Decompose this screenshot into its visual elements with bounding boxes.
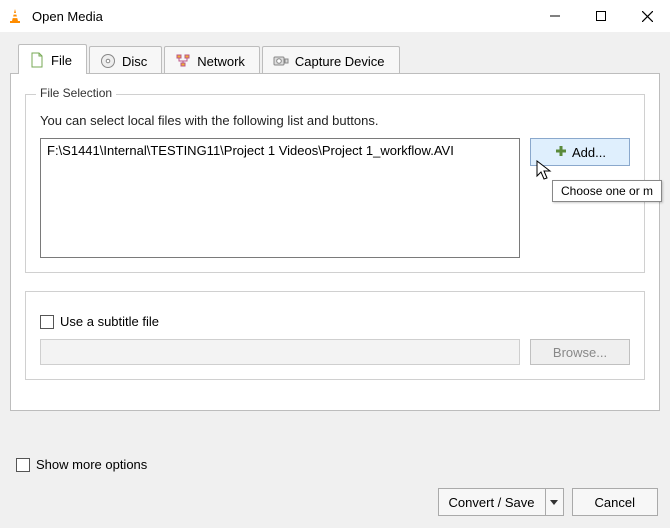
subtitle-checkbox-label: Use a subtitle file [60, 314, 159, 329]
tab-file[interactable]: File [18, 44, 87, 74]
network-icon [175, 53, 191, 69]
convert-save-button[interactable]: Convert / Save [438, 488, 564, 516]
show-more-label: Show more options [36, 457, 147, 472]
tab-disc[interactable]: Disc [89, 46, 162, 74]
maximize-button[interactable] [578, 0, 624, 32]
add-button[interactable]: Add... [530, 138, 630, 166]
file-icon [29, 52, 45, 68]
tab-file-label: File [51, 53, 72, 68]
subtitle-path-input [40, 339, 520, 365]
show-more-options[interactable]: Show more options [16, 457, 147, 472]
close-button[interactable] [624, 0, 670, 32]
tab-network[interactable]: Network [164, 46, 260, 74]
tab-capture[interactable]: Capture Device [262, 46, 400, 74]
show-more-checkbox[interactable] [16, 458, 30, 472]
minimize-button[interactable] [532, 0, 578, 32]
add-button-tooltip: Choose one or m [552, 180, 662, 202]
subtitle-browse-label: Browse... [553, 345, 607, 360]
tab-disc-label: Disc [122, 54, 147, 69]
subtitle-checkbox[interactable] [40, 315, 54, 329]
titlebar: Open Media [0, 0, 670, 32]
cancel-button[interactable]: Cancel [572, 488, 658, 516]
subtitle-group: Use a subtitle file Browse... [25, 291, 645, 380]
disc-icon [100, 53, 116, 69]
file-list-item[interactable]: F:\S1441\Internal\TESTING11\Project 1 Vi… [47, 143, 513, 158]
tab-capture-label: Capture Device [295, 54, 385, 69]
tab-panel-file: File Selection You can select local file… [10, 73, 660, 411]
file-selection-legend: File Selection [36, 86, 116, 100]
add-button-label: Add... [572, 145, 606, 160]
tabstrip: File Disc Network Capture Device [18, 44, 660, 74]
window-title: Open Media [32, 9, 532, 24]
plus-icon [554, 144, 568, 161]
capture-icon [273, 53, 289, 69]
footer: Convert / Save Cancel [438, 488, 658, 516]
file-list[interactable]: F:\S1441\Internal\TESTING11\Project 1 Vi… [40, 138, 520, 258]
subtitle-browse-button: Browse... [530, 339, 630, 365]
cancel-label: Cancel [595, 495, 635, 510]
convert-save-label: Convert / Save [439, 495, 545, 510]
vlc-cone-icon [6, 7, 24, 25]
convert-save-dropdown[interactable] [545, 489, 563, 515]
tab-network-label: Network [197, 54, 245, 69]
file-selection-help: You can select local files with the foll… [40, 113, 630, 128]
